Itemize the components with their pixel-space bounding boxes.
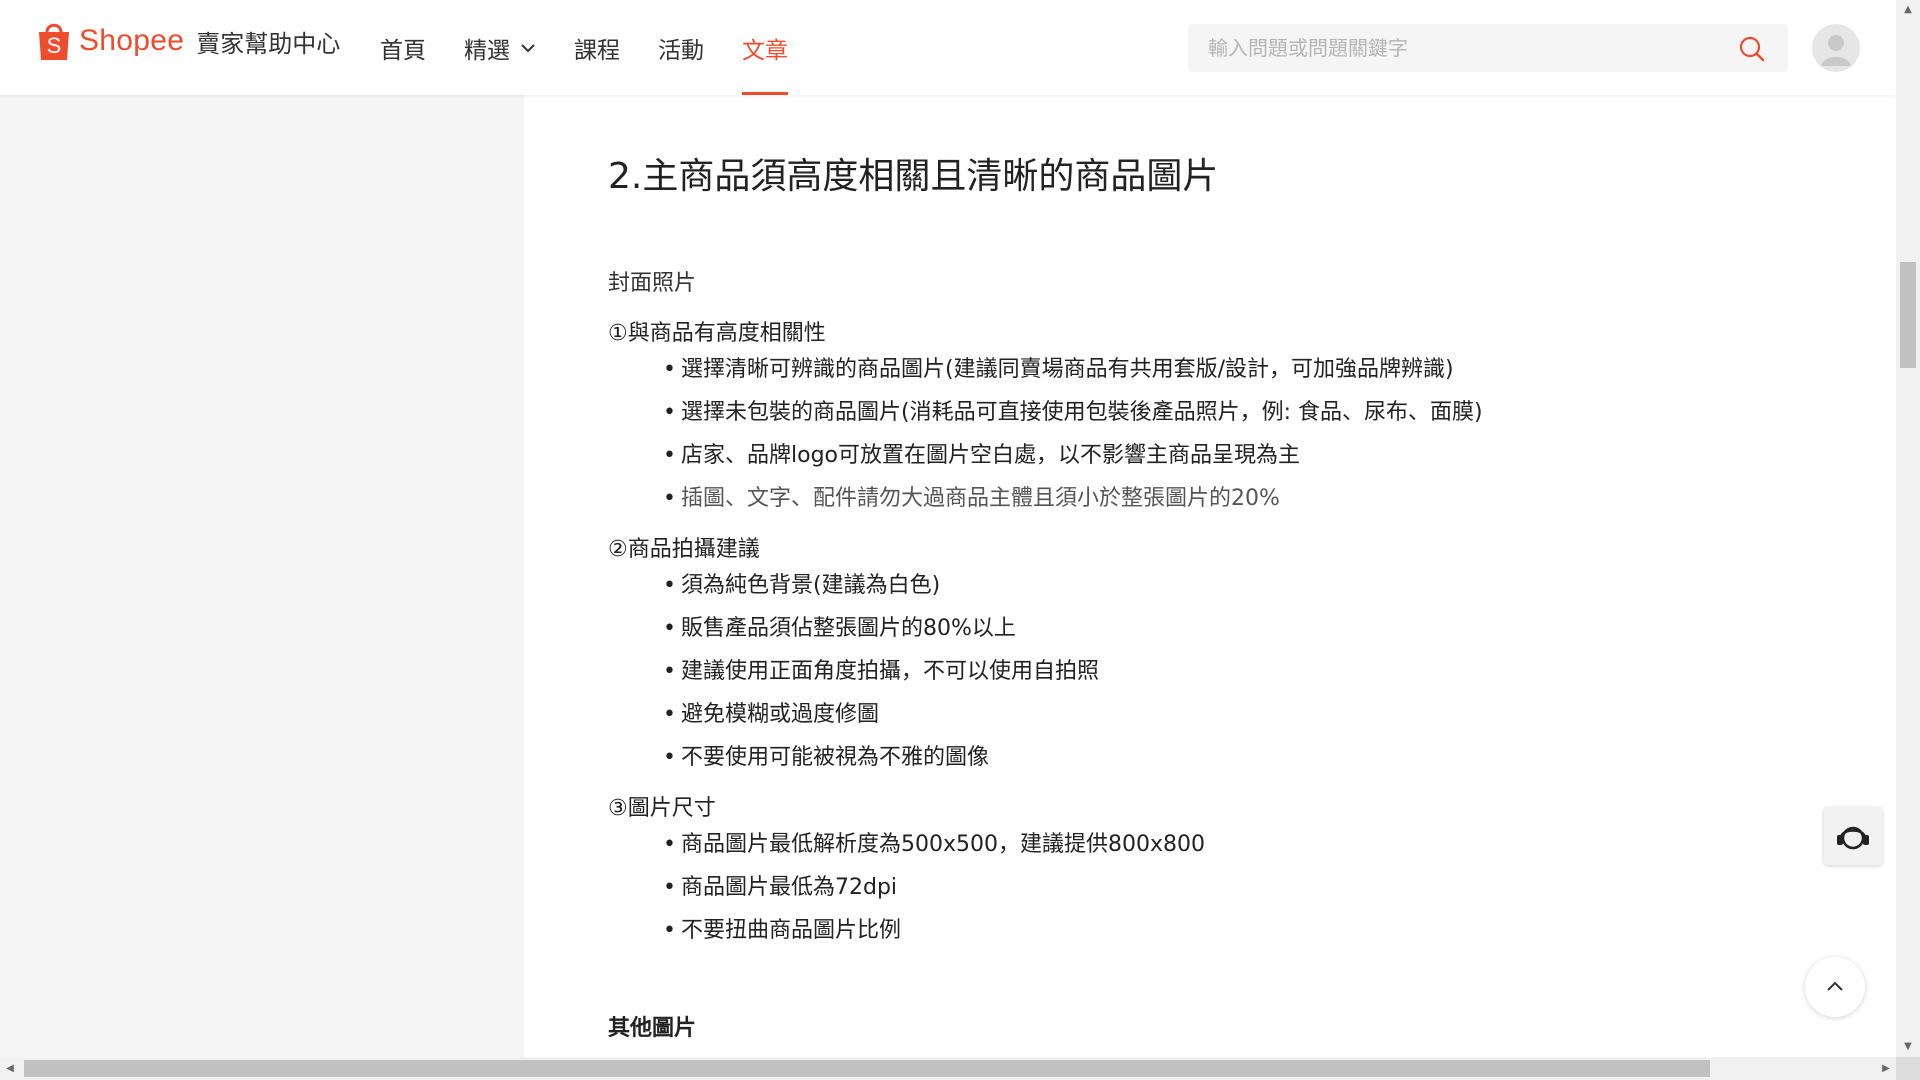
user-avatar-icon[interactable] (1812, 24, 1860, 72)
list-item: 不要扭曲商品圖片比例 (663, 909, 1205, 952)
article-body: 2.主商品須高度相關且清晰的商品圖片 封面照片 ①與商品有高度相關性 選擇清晰可… (524, 95, 1896, 1057)
scroll-left-arrow[interactable]: ◀ (0, 1057, 20, 1080)
brand-logo[interactable]: S Shopee 賣家幫助中心 (35, 20, 340, 62)
vertical-scrollbar[interactable]: ▲ ▼ (1896, 0, 1920, 1057)
nav-events-label: 活動 (658, 37, 704, 64)
list-item: 插圖、文字、配件請勿大過商品主體且須小於整張圖片的20% (663, 477, 1483, 520)
back-to-top-button[interactable] (1805, 957, 1865, 1017)
search-box (1188, 24, 1788, 72)
cover-photo-subheading: 封面照片 (608, 271, 697, 296)
horizontal-scroll-thumb[interactable] (24, 1060, 1710, 1077)
section-title-photography: ②商品拍攝建議 (608, 537, 760, 562)
avatar-silhouette (1821, 35, 1851, 66)
svg-text:S: S (47, 33, 62, 58)
list-item: 商品圖片最低為72dpi (663, 866, 1205, 909)
vertical-scroll-thumb[interactable] (1900, 262, 1916, 368)
main-nav: 首頁 精選 課程 活動 文章 (380, 0, 826, 95)
photography-list: 須為純色背景(建議為白色) 販售產品須佔整張圖片的80%以上 建議使用正面角度拍… (663, 564, 1099, 779)
list-item: 避免模糊或過度修圖 (663, 693, 1099, 736)
scroll-down-arrow[interactable]: ▼ (1896, 1037, 1920, 1057)
customer-service-button[interactable] (1824, 807, 1882, 865)
horizontal-scrollbar[interactable]: ◀ ▶ (0, 1057, 1896, 1080)
list-item: 商品圖片最低解析度為500x500，建議提供800x800 (663, 823, 1205, 866)
chevron-up-icon (1827, 981, 1843, 991)
viewport: S Shopee 賣家幫助中心 首頁 精選 課程 活動 文章 輸入問題或問題關鍵… (0, 0, 1896, 1057)
scroll-up-arrow[interactable]: ▲ (1896, 0, 1920, 20)
brand-subtitle: 賣家幫助中心 (196, 29, 341, 58)
shopee-bag-icon: S (39, 23, 69, 60)
section-title-image-size: ③圖片尺寸 (608, 796, 716, 821)
scrollbar-corner (1896, 1057, 1920, 1080)
section-heading: 2.主商品須高度相關且清晰的商品圖片 (608, 156, 1219, 197)
other-images-heading: 其他圖片 (608, 1016, 697, 1041)
list-item: 建議使用正面角度拍攝，不可以使用自拍照 (663, 650, 1099, 693)
nav-articles-label: 文章 (742, 37, 788, 64)
search-icon[interactable] (1738, 35, 1766, 63)
section-title-relevance: ①與商品有高度相關性 (608, 321, 826, 346)
list-item: 須為純色背景(建議為白色) (663, 564, 1099, 607)
nav-featured-label: 精選 (464, 37, 510, 64)
nav-home[interactable]: 首頁 (380, 0, 426, 95)
nav-featured[interactable]: 精選 (464, 0, 536, 95)
list-item: 販售產品須佔整張圖片的80%以上 (663, 607, 1099, 650)
search-input[interactable] (1188, 24, 1728, 72)
nav-articles[interactable]: 文章 (742, 0, 788, 95)
top-header: S Shopee 賣家幫助中心 首頁 精選 課程 活動 文章 (0, 0, 1896, 95)
list-item: 選擇未包裝的商品圖片(消耗品可直接使用包裝後產品照片，例: 食品、尿布、面膜) (663, 391, 1483, 434)
customer-service-icon (1837, 826, 1869, 850)
scroll-right-arrow[interactable]: ▶ (1876, 1057, 1896, 1080)
image-size-list: 商品圖片最低解析度為500x500，建議提供800x800 商品圖片最低為72d… (663, 823, 1205, 952)
list-item: 不要使用可能被視為不雅的圖像 (663, 736, 1099, 779)
list-item: 店家、品牌logo可放置在圖片空白處，以不影響主商品呈現為主 (663, 434, 1483, 477)
relevance-list: 選擇清晰可辨識的商品圖片(建議同賣場商品有共用套版/設計，可加強品牌辨識) 選擇… (663, 348, 1483, 520)
chevron-down-icon (521, 43, 535, 52)
brand-name: Shopee (79, 24, 185, 57)
list-item: 選擇清晰可辨識的商品圖片(建議同賣場商品有共用套版/設計，可加強品牌辨識) (663, 348, 1483, 391)
nav-courses[interactable]: 課程 (574, 0, 620, 95)
nav-home-label: 首頁 (380, 37, 426, 64)
nav-events[interactable]: 活動 (658, 0, 704, 95)
nav-courses-label: 課程 (574, 37, 620, 64)
